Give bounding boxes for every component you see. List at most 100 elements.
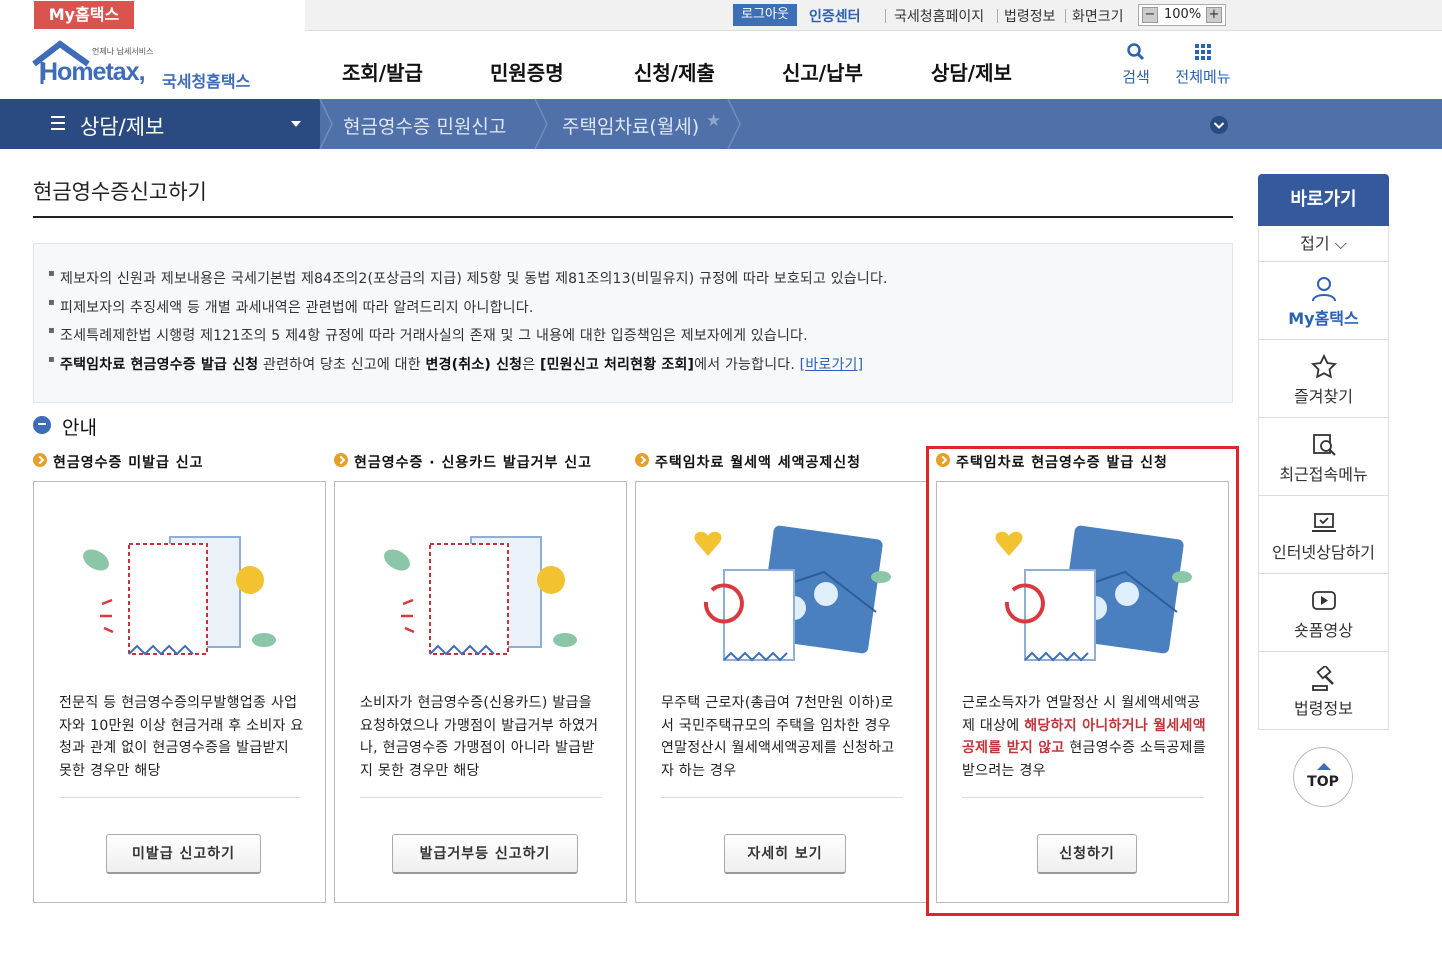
card-description: 무주택 근로자(총급여 7천만원 이하)로서 국민주택규모의 주택을 임차한 경… [661,695,895,779]
gnb-inquiry[interactable]: 조회/발급 [342,57,423,86]
utility-bar: My홈택스 로그아웃 인증센터 국세청홈페이지 법령정보 화면크기 − 100%… [0,0,1442,31]
card-divider [360,797,602,798]
breadcrumb-first: 상담/제보 [80,115,165,139]
chevron-right-icon [727,99,741,149]
quick-item-shortform-video[interactable]: 숏폼영상 [1258,574,1389,652]
logo-tagline: 언제나 납세서비스 [92,47,154,56]
highlight-frame [926,446,1239,916]
quick-item-label: 법령정보 [1294,699,1353,718]
notice-item: 조세특례제한법 시행령 제121조의 5 제4항 규정에 따라 거래사실의 존재… [48,325,808,345]
expand-circle-icon[interactable] [1209,115,1229,135]
notice-box: 제보자의 신원과 제보내용은 국세기본법 제84조의2(포상금의 지급) 제5항… [33,243,1233,403]
nts-homepage-link[interactable]: 국세청홈페이지 [894,6,984,26]
notice-text: 은 [522,357,540,373]
hometax-logo[interactable]: 언제나 납세서비스 Hometax, 국세청홈택스 [32,40,272,91]
quick-item-law-info[interactable]: 법령정보 [1258,652,1389,730]
quick-item-favorites[interactable]: 즐겨찾기 [1258,340,1389,418]
quick-item-recent-menu[interactable]: 최근접속메뉴 [1258,418,1389,496]
quick-item-label: My홈택스 [1288,309,1359,328]
recent-search-icon [1313,434,1336,456]
my-hometax-button[interactable]: My홈택스 [34,1,134,29]
quick-menu-header: 바로가기 [1258,174,1389,226]
search-icon [1127,43,1145,61]
receipt-illustration [384,536,577,656]
zoom-value: 100% [1164,7,1202,22]
zoom-in-button[interactable]: + [1206,7,1222,23]
quick-item-online-consult[interactable]: 인터넷상담하기 [1258,496,1389,574]
scroll-top-button[interactable]: TOP [1293,747,1353,807]
refusal-report-button[interactable]: 발급거부등 신고하기 [392,834,578,874]
my-hometax-tab-area: My홈택스 [0,0,305,31]
logout-button[interactable]: 로그아웃 [733,4,797,26]
laptop-icon [1312,513,1336,532]
gnb-consult[interactable]: 상담/제보 [931,57,1012,86]
gavel-icon [1312,666,1334,691]
divider [997,9,998,23]
breadcrumb-second[interactable]: 현금영수증 민원신고 [343,112,506,139]
card-title: 현금영수증 · 신용카드 발급거부 신고 [354,455,593,471]
law-info-link[interactable]: 법령정보 [1004,6,1056,26]
zoom-control: − 100% + [1138,4,1226,26]
card-divider [59,797,301,798]
top-label: TOP [1307,774,1339,790]
person-icon [1312,277,1336,302]
logo-text: Hometax, [40,58,146,86]
search-button[interactable]: 검색 [1106,42,1166,87]
shortcut-link[interactable]: [바로가기] [800,357,864,373]
card-divider [661,797,903,798]
orange-bullet-icon [334,453,348,467]
notice-bold: [민원신고 처리현황 조회] [539,357,695,373]
caret-down-icon [291,121,301,127]
card-description: 전문직 등 현금영수증의무발행업종 사업자와 10만원 이상 현금거래 후 소비… [59,695,304,779]
arrow-up-icon [1317,763,1331,770]
gnb-filing[interactable]: 신고/납부 [782,57,863,86]
chevron-right-icon [534,99,548,149]
receipt-illustration [83,536,276,656]
grid-icon [1195,44,1211,60]
quick-item-label: 즐겨찾기 [1294,387,1353,406]
star-icon [1311,354,1337,379]
orange-bullet-icon [635,453,649,467]
gnb-application[interactable]: 신청/제출 [634,57,715,86]
hamburger-icon [51,116,65,130]
quick-menu-fold-button[interactable]: 접기 ⌵ [1258,226,1389,262]
card-unissued-report: 전문직 등 현금영수증의무발행업종 사업자와 10만원 이상 현금거래 후 소비… [33,481,326,903]
quick-item-label: 최근접속메뉴 [1279,465,1368,484]
card-refusal-report: 소비자가 현금영수증(신용카드) 발급을 요청하였으나 가맹점이 발급거부 하였… [334,481,627,903]
view-details-button[interactable]: 자세히 보기 [724,834,846,874]
guide-heading: 안내 [62,417,97,439]
notice-text: 에서 가능합니다. [694,357,800,373]
notice-bold: 주택임차료 현금영수증 발급 신청 [60,357,259,373]
notice-text: 관련하여 당초 신고에 대한 [258,357,426,373]
card-rent-deduction: 무주택 근로자(총급여 7천만원 이하)로서 국민주택규모의 주택을 임차한 경… [635,481,928,903]
orange-bullet-icon [33,453,47,467]
breadcrumb-menu-dropdown[interactable]: 상담/제보 [0,99,320,149]
search-label: 검색 [1122,68,1150,86]
quick-item-label: 인터넷상담하기 [1271,543,1376,562]
header: 언제나 납세서비스 Hometax, 국세청홈택스 조회/발급 민원증명 신청/… [0,32,1442,99]
all-menu-button[interactable]: 전체메뉴 [1173,42,1233,87]
quick-menu: 바로가기 접기 ⌵ My홈택스 즐겨찾기 최근접속메뉴 인터넷상담하기 숏폼영상… [1258,174,1389,730]
card-description: 소비자가 현금영수증(신용카드) 발급을 요청하였으나 가맹점이 발급거부 하였… [360,695,599,779]
chevron-right-icon [319,99,333,149]
divider [885,9,886,23]
quick-item-label: 숏폼영상 [1294,621,1353,640]
unissued-report-button[interactable]: 미발급 신고하기 [106,834,261,874]
guide-bullet-icon [33,416,51,434]
all-menu-label: 전체메뉴 [1175,68,1231,86]
notice-item: 제보자의 신원과 제보내용은 국세기본법 제84조의2(포상금의 지급) 제5항… [48,268,888,288]
quick-item-my-hometax[interactable]: My홈택스 [1258,262,1389,340]
divider [1065,9,1066,23]
card-title: 현금영수증 미발급 신고 [53,455,204,471]
cert-center-link[interactable]: 인증센터 [809,6,861,26]
zoom-out-button[interactable]: − [1142,7,1158,23]
screen-size-label: 화면크기 [1072,9,1124,25]
fold-label: 접기 [1300,234,1330,253]
card-title: 주택임차료 월세액 세액공제신청 [655,455,862,471]
favorite-star-icon[interactable]: ★ [706,111,721,131]
gnb-certificates[interactable]: 민원증명 [490,57,564,86]
page-title: 현금영수증신고하기 [33,180,207,204]
chevron-down-icon: ⌵ [1334,234,1347,253]
play-icon [1312,591,1336,610]
breadcrumb-third[interactable]: 주택임차료(월세) [562,112,699,139]
